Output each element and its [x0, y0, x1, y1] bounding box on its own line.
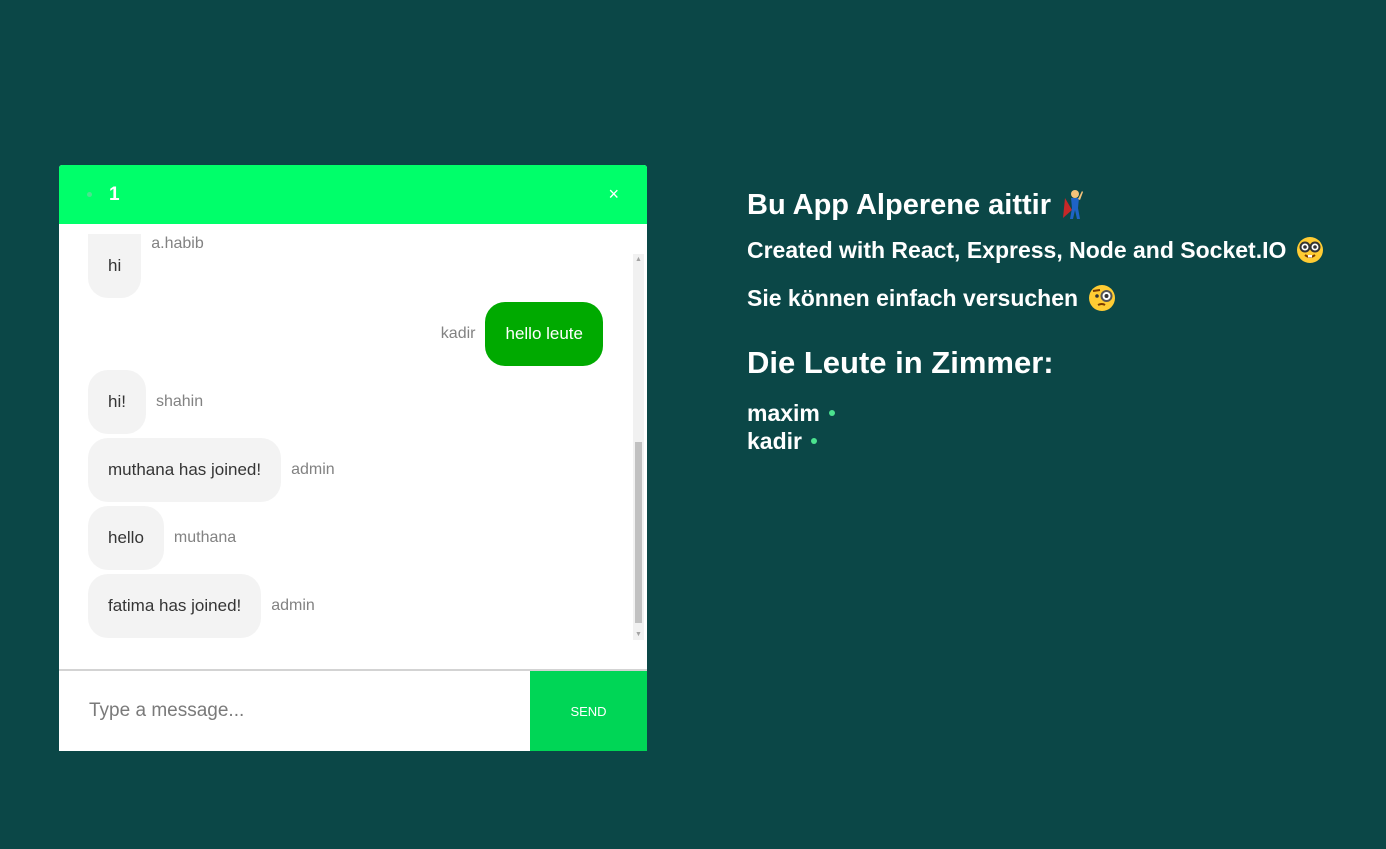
message-item: hello muthana	[88, 506, 236, 570]
message-composer: Send	[59, 669, 647, 751]
try-it-line: Sie können einfach versuchen	[747, 281, 1324, 315]
scroll-up-icon[interactable]: ▲	[633, 254, 644, 265]
message-list[interactable]: hi a.habib kadir hello leute hi! shahin …	[59, 224, 647, 669]
try-it-text: Sie können einfach versuchen	[747, 284, 1079, 311]
message-bubble: hello	[88, 506, 164, 570]
message-item: muthana has joined! admin	[88, 438, 335, 502]
tech-stack-text: Created with React, Express, Node and So…	[747, 236, 1287, 263]
person-name: maxim	[747, 399, 820, 426]
close-icon[interactable]: ×	[608, 184, 619, 204]
message-bubble: fatima has joined!	[88, 574, 262, 638]
app-title-text: Bu App Alperene aittir	[747, 188, 1051, 221]
message-sender: a.habib	[151, 235, 204, 252]
message-sender: admin	[291, 461, 335, 478]
scroll-down-icon[interactable]: ▼	[633, 629, 644, 640]
message-bubble: hi	[88, 234, 142, 298]
message-sender: kadir	[440, 325, 476, 342]
online-indicator-icon	[810, 438, 817, 444]
message-bubble: muthana has joined!	[88, 438, 282, 502]
message-scrollbar[interactable]: ▲ ▼	[633, 254, 644, 640]
chat-window: 1 × hi a.habib kadir hello leute hi! sha…	[59, 165, 647, 751]
superhero-icon	[1061, 188, 1083, 222]
message-sender: admin	[271, 597, 315, 614]
chat-header: 1 ×	[59, 165, 647, 224]
person-item: maxim	[747, 399, 1324, 427]
scrollbar-thumb[interactable]	[635, 442, 642, 623]
people-heading: Die Leute in Zimmer:	[747, 345, 1054, 380]
person-item: kadir	[747, 427, 1324, 455]
info-panel: Bu App Alperene aittir Created with Reac…	[747, 183, 1324, 455]
message-item: fatima has joined! admin	[88, 574, 315, 638]
room-name: 1	[109, 183, 120, 205]
nerd-face-icon	[1296, 236, 1324, 264]
people-list: maxim kadir	[747, 399, 1324, 455]
message-item: kadir hello leute	[441, 302, 603, 366]
face-with-monocle-icon	[1088, 284, 1116, 312]
online-indicator-icon	[87, 192, 92, 197]
message-item: hi a.habib	[88, 234, 204, 298]
message-input[interactable]	[59, 671, 530, 751]
person-name: kadir	[747, 427, 802, 454]
message-sender: muthana	[173, 529, 237, 546]
message-sender: shahin	[155, 393, 204, 410]
app-title: Bu App Alperene aittir	[747, 183, 1324, 227]
message-bubble: hi!	[88, 370, 146, 434]
tech-stack-line: Created with React, Express, Node and So…	[747, 233, 1324, 267]
message-item: hi! shahin	[88, 370, 203, 434]
online-indicator-icon	[828, 410, 835, 416]
message-bubble: hello leute	[485, 302, 603, 366]
send-button[interactable]: Send	[530, 671, 647, 751]
